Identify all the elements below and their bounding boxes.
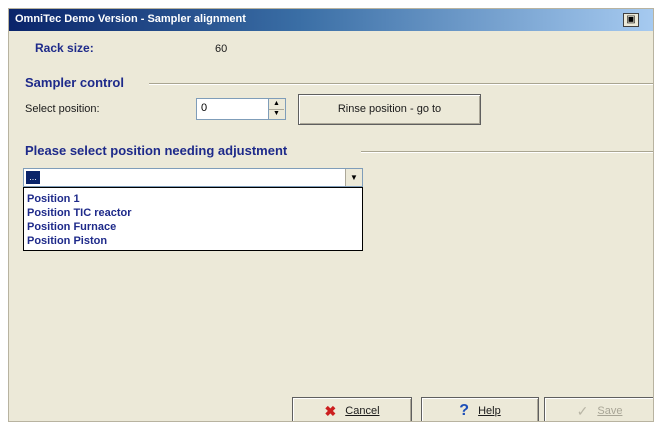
sampler-control-divider: [149, 83, 653, 85]
adjustment-heading: Please select position needing adjustmen…: [25, 143, 288, 158]
rinse-position-go-label: Rinse position - go to: [337, 103, 442, 115]
help-question-icon: ?: [459, 402, 470, 420]
chevron-down-icon[interactable]: ▼: [345, 169, 362, 186]
position-select[interactable]: ... ▼: [23, 168, 363, 187]
cancel-button[interactable]: ✖ Cancel: [292, 397, 412, 421]
cancel-label: Cancel: [345, 405, 380, 418]
cancel-x-icon: ✖: [324, 403, 337, 420]
help-label: Help: [478, 405, 501, 418]
sampler-control-heading: Sampler control: [25, 75, 124, 90]
rack-size-value: 60: [215, 43, 228, 55]
list-item-position-furnace[interactable]: Position Furnace: [24, 220, 362, 234]
window-icon: ▣: [626, 14, 636, 25]
list-item-position-piston[interactable]: Position Piston: [24, 234, 362, 248]
rinse-position-go-button[interactable]: Rinse position - go to: [298, 94, 481, 125]
list-item-position-1[interactable]: Position 1: [24, 192, 362, 206]
select-position-label: Select position:: [25, 103, 100, 115]
position-spinner-value: 0: [201, 102, 208, 114]
window-title: OmniTec Demo Version - Sampler alignment: [15, 13, 246, 25]
spin-down-icon[interactable]: ▼: [269, 109, 284, 119]
help-button[interactable]: ? Help: [421, 397, 539, 421]
adjustment-divider: [361, 151, 653, 153]
spinner-buttons: ▲ ▼: [268, 99, 285, 119]
window-menu-button[interactable]: ▣: [623, 13, 639, 27]
title-bar: OmniTec Demo Version - Sampler alignment…: [9, 9, 653, 31]
save-label: Save: [597, 405, 623, 418]
position-select-value: ...: [26, 171, 40, 184]
checkmark-icon: ✓: [576, 403, 589, 420]
position-dropdown-list: Position 1 Position TIC reactor Position…: [23, 187, 363, 251]
rack-size-label: Rack size:: [35, 41, 94, 55]
position-spinner[interactable]: 0 ▲ ▼: [196, 98, 286, 120]
sampler-alignment-window: OmniTec Demo Version - Sampler alignment…: [8, 8, 654, 422]
list-item-position-tic-reactor[interactable]: Position TIC reactor: [24, 206, 362, 220]
save-button[interactable]: ✓ Save: [544, 397, 653, 421]
